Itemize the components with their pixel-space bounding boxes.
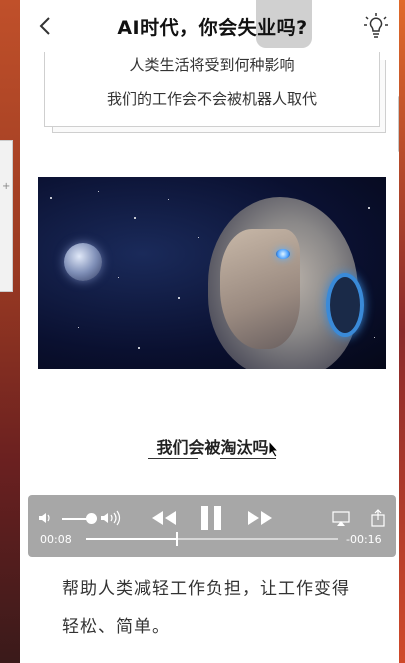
chevron-left-icon [39,17,50,35]
plus-icon: + [2,181,11,192]
pause-icon[interactable] [200,505,222,531]
mouse-cursor-icon [268,440,280,458]
card-line-1: 人类生活将受到何种影响 [129,56,295,74]
seek-handle[interactable] [175,532,178,546]
volume-low-icon[interactable] [38,511,52,525]
fast-forward-icon[interactable] [246,509,274,527]
heading-rule-left [148,458,198,459]
body-line-1: 帮助人类减轻工作负担，让工作变得 [62,579,350,599]
volume-high-icon[interactable] [100,510,122,526]
robot-eye-glow [276,249,290,259]
tips-button[interactable] [363,12,389,40]
desktop-background-right [399,0,405,663]
heading-rule-right [220,458,276,459]
seek-bar[interactable] [86,538,338,540]
volume-knob[interactable] [86,513,97,524]
body-paragraph: 帮助人类减轻工作负担，让工作变得 轻松、简单。 [62,570,382,646]
desktop-background-left [0,0,20,663]
card-front: 人类生活将受到何种影响 我们的工作会不会被机器人取代 [44,52,380,127]
robot-face-graphic [220,229,300,349]
article-page: AI时代，你会失业吗? 人类生活将受到何种影响 我们的工作会不会被机器人取代 我… [20,0,405,663]
page-title: AI时代，你会失业吗? [117,16,308,39]
body-line-2: 轻松、简单。 [62,617,170,637]
airplay-icon[interactable] [332,511,350,527]
seek-progress [86,538,177,540]
rewind-icon[interactable] [150,509,178,527]
audio-player: 00:08 -00:16 [28,495,396,557]
background-window-edge: + [0,140,13,292]
intro-card: 人类生活将受到何种影响 我们的工作会不会被机器人取代 [44,52,386,134]
robot-headphone [326,273,364,337]
lightbulb-icon [364,13,388,38]
elapsed-time: 00:08 [40,533,72,546]
back-button[interactable] [34,14,58,38]
share-icon[interactable] [370,509,386,527]
hero-image [38,177,386,369]
header-bar: AI时代，你会失业吗? [20,0,405,52]
remaining-time: -00:16 [346,533,382,546]
planet-graphic [64,243,102,281]
section-heading-text: 我们会被淘汰吗 [156,438,269,457]
card-line-2: 我们的工作会不会被机器人取代 [106,90,317,108]
section-heading: 我们会被淘汰吗 [20,420,405,480]
